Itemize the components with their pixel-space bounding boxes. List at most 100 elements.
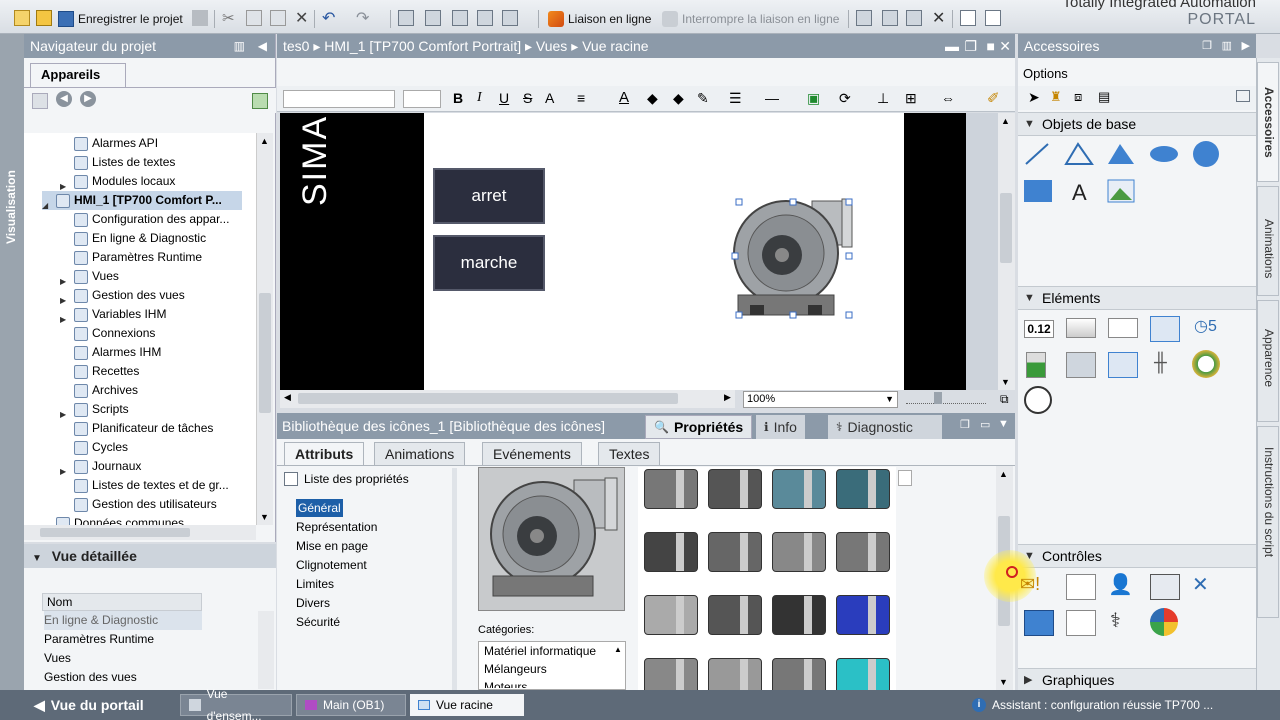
prop-blinking[interactable]: Clignotement [296,556,367,574]
scroll-down-icon[interactable]: ▼ [1001,377,1010,387]
prop-security[interactable]: Sécurité [296,613,340,631]
tree-item[interactable]: ▶ Scripts [60,400,129,419]
tree-item[interactable]: Cycles [60,438,128,457]
close-icon[interactable]: ✕ [999,34,1011,58]
line-width-icon[interactable]: ☰ [729,90,742,107]
category-item[interactable]: Mélangeurs [484,660,547,678]
tab-animations[interactable]: Animations [374,442,466,466]
editor-scroll-thumb[interactable] [1000,193,1012,263]
tab-proprietes[interactable]: 🔍 Propriétés [645,415,753,439]
tab-diagnostic[interactable]: ⚕ Diagnostic [828,415,942,439]
user-view-icon[interactable]: 👤 [1108,572,1133,597]
scroll-right-icon[interactable]: ▶ [724,392,731,403]
library-icon-item[interactable] [708,595,762,635]
font-size-select[interactable] [403,90,441,108]
tree-item[interactable]: Configuration des appar... [60,210,229,229]
navigator-vertical-scrollbar[interactable]: ▲ ▼ [256,133,273,525]
symbolic-io-element[interactable] [1108,318,1138,338]
prop-representation[interactable]: Représentation [296,518,377,536]
library-icon[interactable]: ⧈ [1074,89,1082,105]
save-project-button[interactable]: Enregistrer le projet [58,9,183,29]
scroll-up-icon[interactable]: ▲ [614,645,622,654]
chevron-right-icon[interactable]: ▶ [60,462,70,476]
tree-item[interactable]: ▶ Journaux [60,457,141,476]
navigator-hscroll-thumb[interactable] [40,528,190,537]
undo-icon[interactable]: ↶ [322,8,335,28]
vtab-instructions[interactable]: Instructions du script [1257,426,1279,618]
clock-icon[interactable] [1024,386,1052,414]
new-project-icon[interactable] [14,10,30,26]
restore-icon[interactable]: ❐ [964,34,977,58]
scroll-left-icon[interactable]: ◀ [284,392,291,403]
navigator-scroll-thumb[interactable] [259,293,271,413]
icon-grid-scrollbar[interactable] [898,470,912,486]
library-icon-item[interactable] [644,532,698,572]
category-item[interactable]: Matériel informatique [484,642,596,660]
library-icon-item[interactable] [644,595,698,635]
navigator-horizontal-scrollbar[interactable] [24,525,256,540]
library-icon-item[interactable] [772,532,826,572]
chevron-right-icon[interactable]: ▶ [60,405,70,419]
date-time-icon[interactable]: ◷5 [1194,316,1217,336]
split-icon[interactable] [1236,90,1250,102]
tree-item[interactable]: Connexions [60,324,155,343]
user-icon[interactable]: ♜ [1050,89,1062,105]
library-icon-item[interactable] [836,469,890,509]
button-element[interactable] [1066,318,1096,338]
brush-icon[interactable]: ✎ [697,90,709,107]
scroll-up-icon[interactable]: ▲ [260,136,269,146]
tree-item[interactable]: ▶ Modules locaux [60,172,175,191]
tab-info[interactable]: ℹ Info [756,415,805,439]
section-graphiques[interactable]: ▶ Graphiques [1018,668,1256,692]
tree-item[interactable]: Planificateur de tâches [60,419,213,438]
detail-column-name[interactable]: Nom [42,593,202,611]
prop-layout[interactable]: Mise en page [296,537,368,555]
align-icon[interactable]: ≡ [577,90,585,106]
redo-icon[interactable]: ↷ [356,8,369,28]
prop-limits[interactable]: Limites [296,575,334,593]
strikethrough-icon[interactable]: S [523,90,532,106]
library-icon-item[interactable] [836,595,890,635]
library-icon-item[interactable] [772,469,826,509]
vtab-apparence[interactable]: Apparence [1257,300,1279,422]
status-force-icon[interactable]: ✕ [1192,572,1209,597]
chevron-down-icon[interactable]: ◢ [42,196,52,210]
tree-item[interactable]: ▶ Vues [60,267,119,286]
stop-simulation-icon[interactable] [502,10,518,26]
detail-row[interactable]: En ligne & Diagnostic [44,611,202,630]
maximize-icon[interactable]: ▭ [980,418,990,431]
taskbar-overview[interactable]: Vue d'ensem... [180,687,292,720]
back-icon[interactable]: ◀ [56,91,72,107]
start-cpu-icon[interactable] [906,10,922,26]
prop-misc[interactable]: Divers [296,594,330,612]
collapse-icon[interactable]: ▼ [998,418,1009,430]
detail-row[interactable]: Paramètres Runtime [44,630,154,649]
line-color-icon[interactable]: ◆ [673,90,684,107]
go-online-button[interactable]: Liaison en ligne [548,9,651,29]
stethoscope-icon[interactable]: ⚕ [1110,608,1121,633]
bar-element[interactable] [1026,352,1046,378]
arrange-icon[interactable]: ▣ [807,90,820,107]
minimize-icon[interactable]: ▬ [945,34,959,58]
navigator-pin-icon[interactable]: ▥ [234,34,245,58]
marche-button[interactable]: marche [433,235,545,291]
switch-element[interactable] [1066,352,1096,378]
taskbar-main-ob1[interactable]: Main (OB1) [296,694,406,716]
zoom-slider-thumb[interactable] [934,392,942,404]
tab-appareils[interactable]: Appareils [30,63,126,87]
upload-icon[interactable] [452,10,468,26]
tree-item[interactable]: Alarmes IHM [60,343,161,362]
fill-color-icon[interactable]: ◆ [647,90,658,107]
detail-view-header[interactable]: ▼ Vue détaillée [24,544,276,568]
tree-item[interactable]: ◢ HMI_1 [TP700 Comfort P... [42,191,242,210]
split-horizontal-icon[interactable] [960,10,976,26]
align-objects-icon[interactable]: ⊥ [877,90,889,107]
slider-icon[interactable]: ╫ [1154,352,1167,373]
tree-item[interactable]: Recettes [60,362,139,381]
print-icon[interactable] [192,10,208,26]
tab-textes[interactable]: Textes [598,442,661,466]
sysdiag-view-icon[interactable] [1024,610,1054,636]
tree-item[interactable]: ▶ Gestion des vues [60,286,185,305]
chevron-right-icon[interactable]: ▶ [60,272,70,286]
accessible-devices-icon[interactable] [856,10,872,26]
